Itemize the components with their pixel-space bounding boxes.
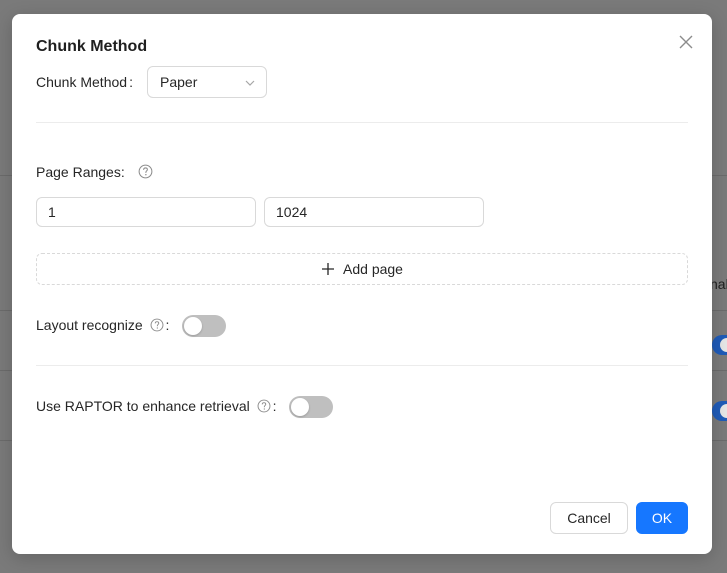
background-toggle bbox=[712, 401, 727, 421]
switch-knob bbox=[184, 317, 202, 335]
layout-recognize-label: Layout recognize : bbox=[36, 317, 169, 335]
plus-icon bbox=[321, 262, 335, 276]
raptor-label-text: Use RAPTOR to enhance retrieval bbox=[36, 398, 250, 414]
layout-recognize-label-text: Layout recognize bbox=[36, 317, 143, 333]
chunk-method-select[interactable]: Paper bbox=[147, 66, 267, 98]
question-circle-icon[interactable] bbox=[138, 164, 153, 182]
chunk-method-modal: Chunk Method Chunk Method: Paper Page Ra… bbox=[12, 14, 712, 554]
raptor-label: Use RAPTOR to enhance retrieval : bbox=[36, 398, 277, 416]
close-icon bbox=[679, 35, 693, 49]
layout-recognize-switch[interactable] bbox=[182, 315, 226, 337]
background-toggle bbox=[712, 335, 727, 355]
background-column-header: nal bbox=[710, 276, 727, 292]
modal-title: Chunk Method bbox=[36, 38, 148, 55]
label-colon: : bbox=[129, 74, 133, 90]
question-circle-icon[interactable] bbox=[150, 318, 164, 335]
page-ranges-label-text: Page Ranges: bbox=[36, 164, 125, 180]
page-range-from-input[interactable] bbox=[36, 197, 256, 227]
question-circle-icon[interactable] bbox=[257, 399, 271, 416]
chevron-down-icon bbox=[244, 76, 256, 94]
chunk-method-selected-value: Paper bbox=[160, 74, 198, 90]
switch-knob bbox=[291, 398, 309, 416]
label-colon: : bbox=[165, 317, 170, 333]
page-range-to-input[interactable] bbox=[264, 197, 484, 227]
close-button[interactable] bbox=[678, 34, 694, 50]
chunk-method-label-text: Chunk Method bbox=[36, 74, 128, 90]
page-ranges-label: Page Ranges: bbox=[36, 164, 153, 182]
section-divider bbox=[36, 122, 688, 123]
raptor-switch[interactable] bbox=[289, 396, 333, 418]
chunk-method-label: Chunk Method: bbox=[36, 74, 133, 90]
label-colon: : bbox=[272, 398, 277, 414]
section-divider bbox=[36, 365, 688, 366]
add-page-label: Add page bbox=[343, 261, 403, 277]
add-page-button[interactable]: Add page bbox=[36, 253, 688, 285]
cancel-button[interactable]: Cancel bbox=[550, 502, 628, 534]
ok-button[interactable]: OK bbox=[636, 502, 688, 534]
